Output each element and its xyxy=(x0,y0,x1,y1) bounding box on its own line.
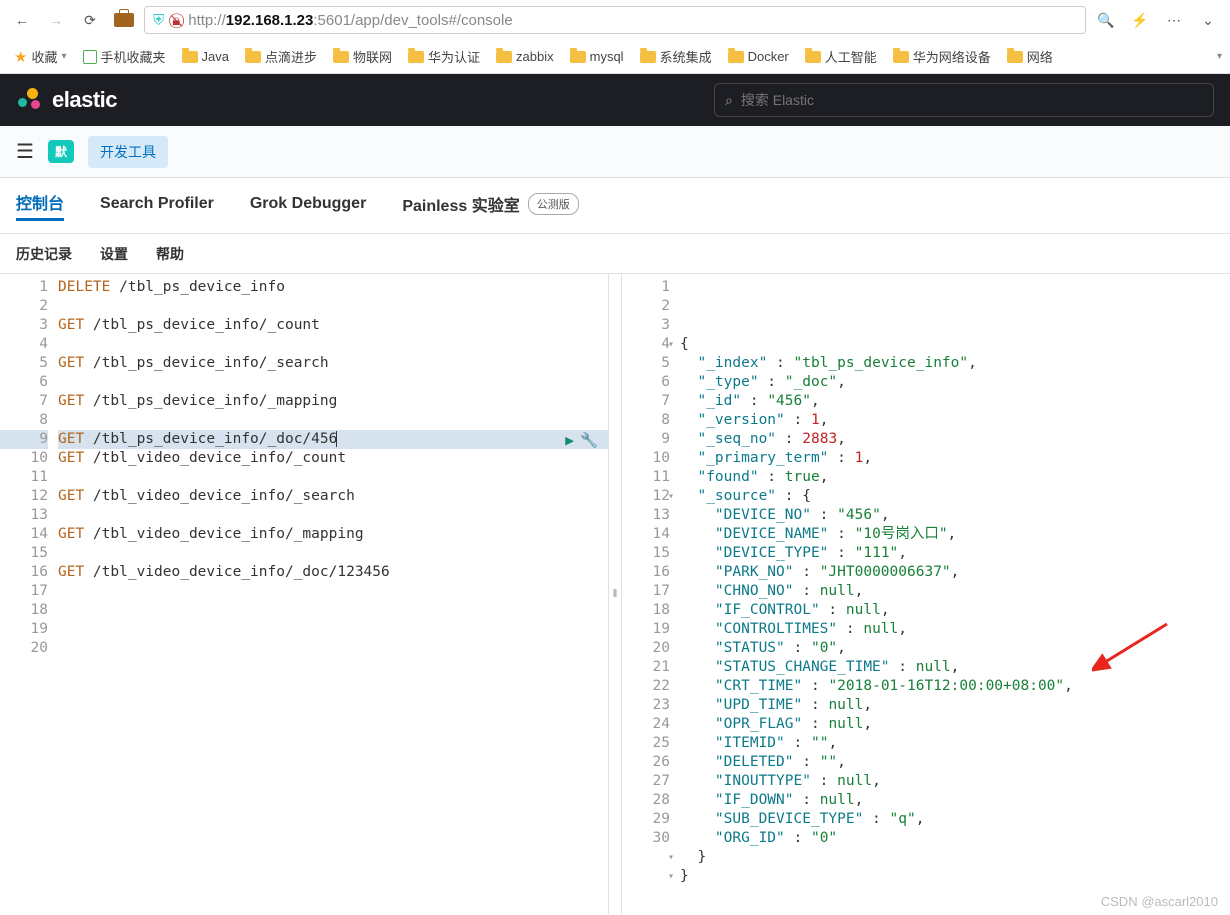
bookmark-folder[interactable]: zabbix xyxy=(490,45,560,68)
folder-icon xyxy=(1007,51,1023,63)
bookmark-mobile[interactable]: 手机收藏夹 xyxy=(77,45,172,68)
flash-icon[interactable]: ⚡ xyxy=(1126,6,1154,34)
elastic-logo-icon xyxy=(16,86,44,114)
bookmark-folder[interactable]: 华为网络设备 xyxy=(887,45,997,68)
bookmark-folder[interactable]: 网络 xyxy=(1001,45,1059,68)
bookmark-folder[interactable]: Docker xyxy=(722,45,795,68)
lock-icon: 🔒⃠ xyxy=(172,12,180,29)
search-icon[interactable]: 🔍 xyxy=(1092,6,1120,34)
bookmark-overflow[interactable]: ▾ xyxy=(1217,51,1222,62)
search-icon: ⌕ xyxy=(725,92,733,109)
request-editor[interactable]: 1234567891011121314151617181920 DELETE /… xyxy=(0,274,608,914)
pane-splitter[interactable] xyxy=(608,274,622,914)
fold-icon[interactable]: ▾ xyxy=(668,487,674,506)
kibana-header: elastic ⌕ xyxy=(0,74,1230,126)
shield-icon: ⛨ xyxy=(153,12,164,29)
bookmark-folder[interactable]: 系统集成 xyxy=(634,45,718,68)
reload-button[interactable]: ⟳ xyxy=(76,6,104,34)
console-subtabs: 历史记录 设置 帮助 xyxy=(0,234,1230,274)
response-viewer: 1234567891011121314151617181920212223242… xyxy=(622,274,1230,914)
folder-icon xyxy=(728,51,744,63)
folder-icon xyxy=(408,51,424,63)
watermark: CSDN @ascarl2010 xyxy=(1101,894,1218,909)
tab-grok-debugger[interactable]: Grok Debugger xyxy=(250,195,366,217)
briefcase-icon[interactable] xyxy=(110,6,138,34)
breadcrumb-bar: ☰ 默 开发工具 xyxy=(0,126,1230,178)
folder-icon xyxy=(333,51,349,63)
bookmark-folder[interactable]: 人工智能 xyxy=(799,45,883,68)
bookmark-folder[interactable]: Java xyxy=(176,45,235,68)
space-badge[interactable]: 默 xyxy=(48,140,74,163)
tab-console[interactable]: 控制台 xyxy=(16,190,64,221)
global-search[interactable]: ⌕ xyxy=(714,83,1214,117)
folder-icon xyxy=(640,51,656,63)
fold-icon[interactable]: ▾ xyxy=(668,335,674,354)
folder-icon xyxy=(182,51,198,63)
menu-button[interactable]: ☰ xyxy=(16,139,34,164)
url-text: http://192.168.1.23:5601/app/dev_tools#/… xyxy=(188,12,512,29)
folder-icon xyxy=(893,51,909,63)
fold-icon[interactable]: ▾ xyxy=(668,867,674,886)
back-button[interactable]: ← xyxy=(8,6,36,34)
star-icon: ★ xyxy=(14,48,27,66)
tab-painless-lab[interactable]: Painless 实验室公测版 xyxy=(402,192,578,220)
line-gutter-left: 1234567891011121314151617181920 xyxy=(0,274,58,914)
phone-icon xyxy=(83,50,97,64)
devtools-tabs: 控制台 Search Profiler Grok Debugger Painle… xyxy=(0,178,1230,234)
elastic-brand-text: elastic xyxy=(52,87,117,113)
forward-button[interactable]: → xyxy=(42,6,70,34)
response-code: ▾{ "_index" : "tbl_ps_device_info", "_ty… xyxy=(680,274,1230,914)
editor-area: 1234567891011121314151617181920 DELETE /… xyxy=(0,274,1230,914)
bookmarks-bar: ★收藏▾ 手机收藏夹 Java点滴进步物联网华为认证zabbixmysql系统集… xyxy=(0,40,1230,74)
subtab-history[interactable]: 历史记录 xyxy=(16,244,72,264)
subtab-settings[interactable]: 设置 xyxy=(100,244,128,264)
folder-icon xyxy=(245,51,261,63)
bookmark-folder[interactable]: 华为认证 xyxy=(402,45,486,68)
folder-icon xyxy=(496,51,512,63)
chevron-down-icon[interactable]: ⌄ xyxy=(1194,6,1222,34)
folder-icon xyxy=(570,51,586,63)
line-gutter-right: 1234567891011121314151617181920212223242… xyxy=(622,274,680,914)
bookmark-folder[interactable]: 物联网 xyxy=(327,45,398,68)
request-code[interactable]: DELETE /tbl_ps_device_infoGET /tbl_ps_de… xyxy=(58,274,608,914)
bookmark-folder[interactable]: 点滴进步 xyxy=(239,45,323,68)
browser-toolbar: ← → ⟳ ⛨ 🔒⃠ http://192.168.1.23:5601/app/… xyxy=(0,0,1230,40)
search-input[interactable] xyxy=(741,92,1203,108)
beta-badge: 公测版 xyxy=(528,193,579,215)
address-bar[interactable]: ⛨ 🔒⃠ http://192.168.1.23:5601/app/dev_to… xyxy=(144,6,1086,34)
bookmark-favorites[interactable]: ★收藏▾ xyxy=(8,45,73,68)
subtab-help[interactable]: 帮助 xyxy=(156,244,184,264)
bookmark-folder[interactable]: mysql xyxy=(564,45,630,68)
folder-icon xyxy=(805,51,821,63)
more-icon[interactable]: ⋯ xyxy=(1160,6,1188,34)
devtools-badge[interactable]: 开发工具 xyxy=(88,136,168,168)
fold-icon[interactable]: ▾ xyxy=(668,848,674,867)
tab-search-profiler[interactable]: Search Profiler xyxy=(100,195,214,217)
elastic-logo[interactable]: elastic xyxy=(16,86,117,114)
